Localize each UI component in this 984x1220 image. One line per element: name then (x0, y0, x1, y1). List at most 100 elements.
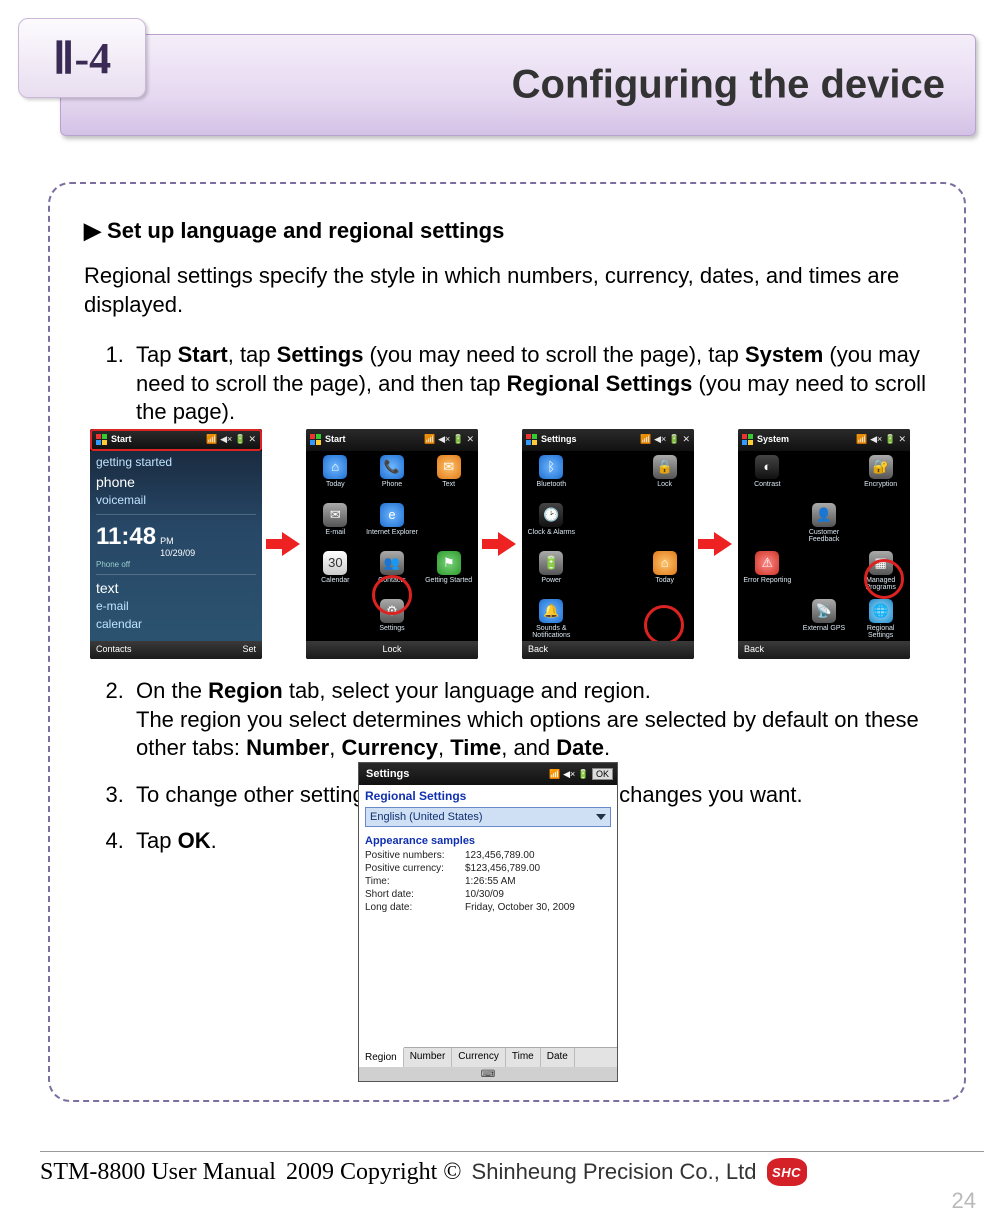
cell-contacts: 👥Contacts (365, 551, 420, 597)
text-icon: ✉ (437, 455, 461, 479)
softkey-left: Contacts (96, 644, 132, 656)
today-body: getting started phone voicemail 11:48 PM… (90, 451, 262, 641)
ampm: PM (160, 536, 195, 548)
tab-time[interactable]: Time (506, 1048, 541, 1067)
cell-phone: 📞 Phone (365, 455, 420, 501)
label: Error Reporting (743, 577, 791, 584)
topbar: Start 📶 ◀× 🔋 ✕ (306, 429, 478, 451)
text: tab, select your language and region. (283, 678, 651, 703)
topbar-title: Settings (541, 434, 577, 446)
cell-sounds: 🔔 Sounds & Notifications (524, 599, 579, 645)
bluetooth-icon: ᛒ (539, 455, 563, 479)
screenshot-today: Start 📶 ◀× 🔋 ✕ getting started phone voi… (90, 429, 262, 659)
feedback-icon: 👤 (812, 503, 836, 527)
section-heading-text: Set up language and regional settings (107, 218, 504, 243)
arrow-icon (482, 530, 518, 558)
kw-date: Date (556, 735, 604, 760)
cell-lock: 🔒 Lock (637, 455, 692, 501)
region-dropdown[interactable]: English (United States) (365, 807, 611, 827)
softkey-left: Back (528, 644, 548, 656)
contrast-icon: ◐ (755, 455, 779, 479)
marker-icon: ▶ (84, 218, 101, 243)
line: text (96, 579, 256, 597)
company-name: Shinheung Precision Co., Ltd (472, 1159, 757, 1185)
status-icons: 📶 ◀× 🔋 ✕ (424, 434, 474, 446)
cell-bluetooth: ᛒ Bluetooth (524, 455, 579, 501)
value: Friday, October 30, 2009 (465, 902, 575, 913)
windows-flag-icon (742, 434, 754, 446)
sound-icon: 🔔 (539, 599, 563, 623)
value: 1:26:55 AM (465, 876, 516, 887)
copyright: 2009 Copyright © (286, 1159, 462, 1186)
screenshot-system: System 📶 ◀× 🔋 ✕ ◐Contrast 🔐Encryption 👤C… (738, 429, 910, 659)
error-icon: ⚠ (755, 551, 779, 575)
key: Long date: (365, 902, 465, 913)
section-heading: ▶ Set up language and regional settings (84, 218, 930, 244)
label: Settings (379, 625, 404, 632)
phone-icon: 📞 (380, 455, 404, 479)
label: Phone (382, 481, 402, 488)
text: Tap (136, 342, 178, 367)
clock-icon: 🕑 (539, 503, 563, 527)
line: voicemail (96, 493, 256, 509)
dropdown-value: English (United States) (370, 811, 483, 823)
system-grid: ◐Contrast 🔐Encryption 👤Customer Feedback… (738, 451, 910, 641)
tab-bar: Region Number Currency Time Date (359, 1047, 617, 1067)
screenshot-start: Start 📶 ◀× 🔋 ✕ ⌂Today 📞Phone ✉Text ✉E-ma… (306, 429, 478, 659)
softkeys: Back (738, 641, 910, 659)
cell-clock: 🕑Clock & Alarms (524, 503, 579, 549)
ok-button[interactable]: OK (592, 768, 613, 780)
today-topbar-highlight: Start 📶 ◀× 🔋 ✕ (90, 429, 262, 451)
key: Positive numbers: (365, 850, 465, 861)
row-long-date: Long date:Friday, October 30, 2009 (359, 901, 617, 914)
topbar-title: Start (325, 434, 346, 446)
section-description: Regional settings specify the style in w… (84, 262, 930, 319)
step-2: On the Region tab, select your language … (130, 677, 930, 763)
tab-currency[interactable]: Currency (452, 1048, 506, 1067)
label: Bluetooth (537, 481, 567, 488)
today-softkeys: Contacts Set (90, 641, 262, 659)
label: Lock (657, 481, 672, 488)
lock-icon: 🔒 (653, 455, 677, 479)
managed-icon: ▦ (869, 551, 893, 575)
gps-icon: 📡 (812, 599, 836, 623)
softkeys: Back (522, 641, 694, 659)
softkey-center: Lock (382, 644, 401, 656)
date: 10/29/09 (160, 548, 195, 560)
appearance-heading: Appearance samples (359, 833, 617, 849)
manual-title: STM-8800 User Manual (40, 1159, 276, 1186)
start-grid: ⌂Today 📞Phone ✉Text ✉E-mail eInternet Ex… (306, 451, 478, 641)
calendar-icon: 30 (323, 551, 347, 575)
cell-ie: e Internet Explorer (365, 503, 420, 549)
value: $123,456,789.00 (465, 863, 540, 874)
label: Internet Explorer (366, 529, 418, 536)
kw-currency: Currency (341, 735, 438, 760)
cell-managed: ▦Managed Programs (853, 551, 908, 597)
cell-getting-started: ⚑Getting Started (421, 551, 476, 597)
label: E-mail (325, 529, 345, 536)
ie-icon: e (380, 503, 404, 527)
tab-date[interactable]: Date (541, 1048, 575, 1067)
email-icon: ✉ (323, 503, 347, 527)
text: On the (136, 678, 208, 703)
keyboard-icon[interactable]: ⌨ (359, 1067, 617, 1081)
time: 11:48 (96, 521, 156, 552)
tab-region[interactable]: Region (359, 1047, 404, 1067)
softkey-right: Set (242, 644, 256, 656)
gear-icon: ⚙ (380, 599, 404, 623)
cell-power: 🔋Power (524, 551, 579, 597)
kw-regional: Regional Settings (507, 371, 693, 396)
content-box: ▶ Set up language and regional settings … (48, 182, 966, 1102)
line: getting started (96, 455, 256, 471)
tab-number[interactable]: Number (404, 1048, 453, 1067)
label: Encryption (864, 481, 897, 488)
cell-gps: 📡External GPS (797, 599, 852, 645)
cell-settings: ⚙ Settings (365, 599, 420, 645)
cell-today: ⌂Today (637, 551, 692, 597)
topbar: Settings 📶 ◀× 🔋 OK (359, 763, 617, 785)
row-short-date: Short date:10/30/09 (359, 888, 617, 901)
arrow-icon (266, 530, 302, 558)
status-icons: 📶 ◀× 🔋 ✕ (206, 434, 256, 446)
row-positive-numbers: Positive numbers:123,456,789.00 (359, 849, 617, 862)
label: Sounds & Notifications (524, 625, 579, 639)
